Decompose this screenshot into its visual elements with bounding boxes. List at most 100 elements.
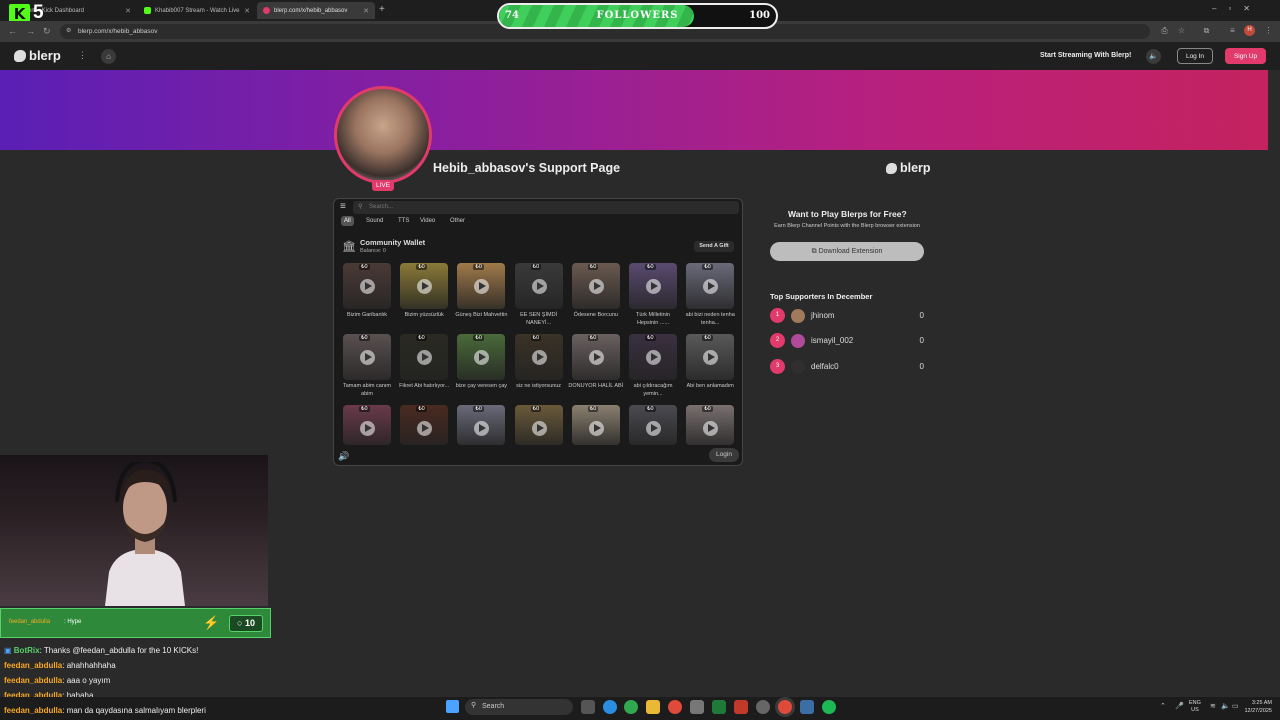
- app-icon[interactable]: [690, 700, 704, 714]
- play-icon[interactable]: [417, 279, 433, 294]
- chrome-profile-icon[interactable]: [624, 700, 638, 714]
- blerp-tile[interactable]: ₺0: [343, 405, 391, 445]
- forward-icon[interactable]: →: [26, 25, 35, 37]
- profile-avatar-icon[interactable]: H: [1244, 25, 1255, 36]
- widget-login-button[interactable]: Login: [709, 448, 739, 462]
- play-icon[interactable]: [588, 421, 604, 436]
- play-icon[interactable]: [646, 350, 661, 365]
- spotify-icon[interactable]: [822, 700, 836, 714]
- taskbar-search-input[interactable]: Search: [465, 699, 573, 715]
- play-icon[interactable]: [474, 279, 490, 294]
- bookmark-star-icon[interactable]: ☆: [1175, 24, 1188, 37]
- mic-icon[interactable]: 🎤: [1175, 702, 1184, 710]
- task-view-icon[interactable]: [581, 700, 595, 714]
- play-icon[interactable]: [703, 421, 719, 436]
- filter-all[interactable]: All: [341, 216, 354, 226]
- play-icon[interactable]: [474, 421, 490, 436]
- blerp-tile[interactable]: ₺0: [343, 334, 391, 380]
- play-icon[interactable]: [417, 350, 433, 365]
- search-input[interactable]: Search...: [353, 201, 739, 214]
- close-icon[interactable]: ✕: [363, 7, 369, 15]
- blerp-tile[interactable]: ₺0: [400, 263, 449, 309]
- play-icon[interactable]: [474, 350, 490, 365]
- hamburger-menu-icon[interactable]: ≡: [340, 202, 346, 212]
- chrome-app-icon[interactable]: [668, 700, 682, 714]
- play-icon[interactable]: [588, 279, 604, 294]
- clock[interactable]: 3:25 AM 12/27/2025: [1240, 699, 1272, 715]
- blerp-tile[interactable]: ₺0: [629, 405, 677, 445]
- reload-icon[interactable]: ↻: [43, 25, 51, 37]
- play-icon[interactable]: [703, 350, 719, 365]
- filter-video[interactable]: Video: [417, 216, 438, 226]
- download-extension-button[interactable]: ⧉ Download Extension: [770, 242, 924, 261]
- logo-text: blerp: [29, 48, 61, 63]
- filter-sound[interactable]: Sound: [363, 216, 386, 226]
- blerp-tile[interactable]: ₺0: [629, 263, 677, 309]
- install-icon[interactable]: ⎙: [1158, 24, 1171, 37]
- more-vertical-icon[interactable]: ⋮: [1262, 24, 1275, 37]
- play-icon[interactable]: [360, 421, 375, 436]
- play-icon[interactable]: [646, 279, 661, 294]
- login-button[interactable]: Log In: [1177, 48, 1213, 64]
- blerp-tile[interactable]: ₺0: [514, 334, 563, 380]
- speaker-icon[interactable]: 🔈: [1221, 702, 1230, 710]
- send-gift-button[interactable]: Send A Gift: [694, 241, 734, 252]
- back-icon[interactable]: ←: [8, 25, 17, 37]
- blerp-tile[interactable]: ₺0: [343, 263, 391, 309]
- app-icon[interactable]: [734, 700, 748, 714]
- new-tab-icon[interactable]: +: [379, 4, 385, 15]
- steam-icon[interactable]: [800, 700, 814, 714]
- battery-icon[interactable]: ▭: [1232, 702, 1239, 710]
- start-streaming-link[interactable]: Start Streaming With Blerp!: [1040, 52, 1131, 59]
- blerp-tile[interactable]: ₺0: [686, 405, 735, 445]
- chrome-app-icon[interactable]: [603, 700, 617, 714]
- play-icon[interactable]: [703, 279, 719, 294]
- bot-badge-icon: ▣: [4, 646, 14, 655]
- blerp-tile[interactable]: ₺0: [400, 405, 449, 445]
- blerp-tile[interactable]: ₺0: [571, 263, 620, 309]
- volume-icon[interactable]: 🔈: [1146, 49, 1161, 64]
- play-icon[interactable]: [531, 421, 547, 436]
- blerp-tile[interactable]: ₺0: [571, 334, 620, 380]
- close-icon[interactable]: ✕: [244, 7, 250, 15]
- blerp-tile[interactable]: ₺0: [514, 405, 563, 445]
- tab-blerp[interactable]: blerp.com/x/hebib_abbasov ✕: [257, 2, 375, 19]
- blerp-tile[interactable]: ₺0: [457, 334, 506, 380]
- tab-khabib-stream[interactable]: Khabib007 Stream - Watch Live ✕: [138, 2, 256, 19]
- windows-start-icon[interactable]: [446, 700, 459, 713]
- play-icon[interactable]: [417, 421, 433, 436]
- play-icon[interactable]: [531, 350, 547, 365]
- play-icon[interactable]: [360, 350, 375, 365]
- close-icon[interactable]: ✕: [125, 7, 131, 15]
- blerp-tile[interactable]: ₺0: [686, 334, 735, 380]
- filter-other[interactable]: Other: [447, 216, 468, 226]
- signup-button[interactable]: Sign Up: [1225, 48, 1266, 64]
- play-icon[interactable]: [531, 279, 547, 294]
- obs-icon[interactable]: [756, 700, 770, 714]
- tray-chevron-icon[interactable]: ⌃: [1160, 702, 1166, 710]
- home-icon[interactable]: ⌂: [101, 49, 116, 64]
- filter-tts[interactable]: TTS: [395, 216, 412, 226]
- blerp-tile[interactable]: ₺0: [629, 334, 677, 380]
- excel-icon[interactable]: [712, 700, 726, 714]
- blerp-tile[interactable]: ₺0: [686, 263, 735, 309]
- more-vertical-icon[interactable]: ⋮: [78, 50, 87, 61]
- volume-icon[interactable]: 🔊: [338, 451, 349, 462]
- play-icon[interactable]: [646, 421, 661, 436]
- extensions-icon[interactable]: ⧉: [1200, 24, 1213, 37]
- blerp-tile[interactable]: ₺0: [514, 263, 563, 309]
- blerp-tile[interactable]: ₺0: [571, 405, 620, 445]
- blerp-logo[interactable]: blerp: [14, 48, 61, 63]
- play-icon[interactable]: [588, 350, 604, 365]
- play-icon[interactable]: [360, 279, 375, 294]
- menu-lines-icon[interactable]: ≡: [1226, 24, 1239, 37]
- site-info-icon[interactable]: ⚙: [66, 27, 71, 34]
- window-controls[interactable]: –▫✕: [1212, 4, 1262, 13]
- language-indicator[interactable]: ENG US: [1189, 700, 1201, 714]
- blerp-tile[interactable]: ₺0: [457, 405, 506, 445]
- chrome-active-icon[interactable]: [778, 700, 792, 714]
- blerp-tile[interactable]: ₺0: [400, 334, 449, 380]
- file-explorer-icon[interactable]: [646, 700, 660, 714]
- wifi-icon[interactable]: ≋: [1210, 702, 1216, 710]
- blerp-tile[interactable]: ₺0: [457, 263, 506, 309]
